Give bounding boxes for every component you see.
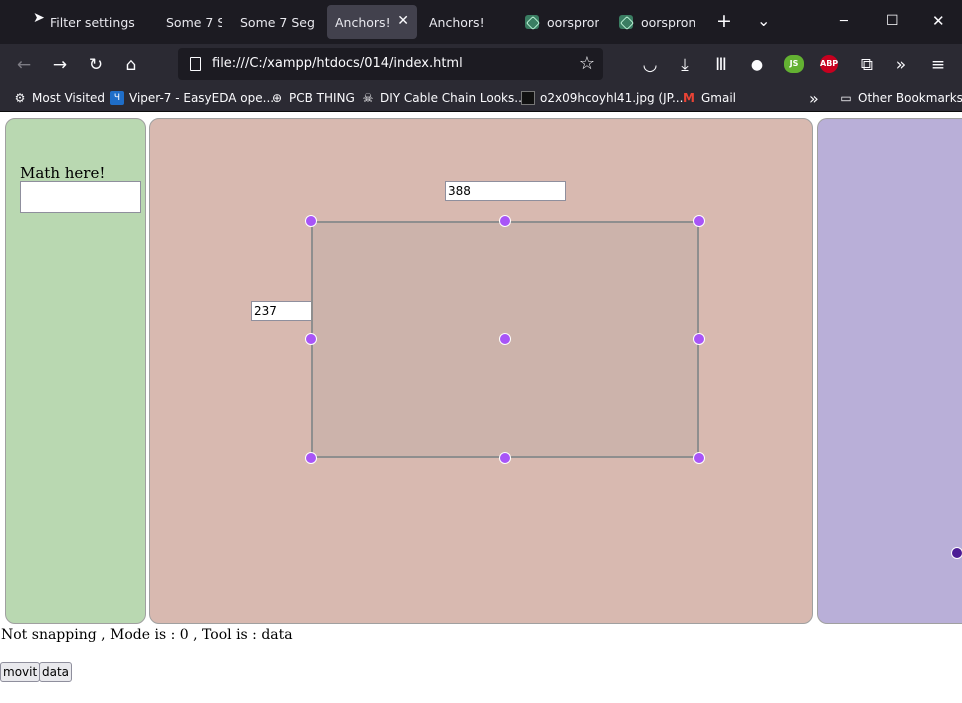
pocket-icon[interactable]: ◡ (639, 54, 661, 76)
app-menu-icon[interactable]: ≡ (927, 54, 949, 76)
tab-anchors[interactable]: Anchors! (421, 5, 511, 39)
minimize-icon[interactable]: ─ (840, 14, 848, 30)
js-extension-icon[interactable]: JS (784, 55, 804, 73)
handle-top-center[interactable] (499, 215, 511, 227)
edge-anchor-dot[interactable] (951, 547, 962, 559)
extensions-icon[interactable]: ⧉ (856, 54, 878, 76)
tab-label: Anchors! (335, 14, 391, 30)
globe-icon: ⊕ (271, 91, 283, 105)
tab-strip: ➤ Filter settings Some 7 Se Some 7 Segm … (0, 0, 962, 44)
bookmark-gmail[interactable]: M Gmail (682, 91, 736, 105)
math-label: Math here! (20, 164, 106, 182)
tab-label: Filter settings (50, 14, 135, 30)
data-button[interactable]: data (39, 662, 73, 682)
list-all-tabs-icon[interactable]: ⌄ (757, 13, 770, 29)
bookmark-label: Viper-7 - EasyEDA ope... (129, 91, 275, 105)
movit-button[interactable]: movit (0, 662, 41, 682)
close-window-icon[interactable]: ✕ (932, 13, 945, 29)
right-panel (817, 118, 962, 624)
tab-oorspronk-1[interactable]: oorspronk (517, 5, 599, 39)
back-icon[interactable]: ← (13, 54, 35, 76)
maximize-icon[interactable]: ☐ (886, 13, 899, 29)
bookmark-most-visited[interactable]: ⚙ Most Visited (13, 91, 105, 105)
other-bookmarks[interactable]: ▭ Other Bookmarks (839, 91, 962, 105)
bookmark-label: o2x09hcoyhl41.jpg (JP... (540, 91, 684, 105)
bookmark-label: DIY Cable Chain Looks... (380, 91, 526, 105)
gear-icon: ⚙ (14, 91, 26, 105)
handle-center[interactable] (499, 333, 511, 345)
math-input[interactable] (20, 181, 141, 213)
bookmark-pcb-thing[interactable]: ⊕ PCB THING (270, 91, 355, 105)
bookmark-label: Gmail (701, 91, 737, 105)
gmail-icon: M (683, 91, 695, 105)
tab-label: Some 7 Se (166, 14, 222, 30)
bookmark-label: PCB THING (289, 91, 355, 105)
close-tab-icon[interactable]: ✕ (397, 13, 409, 29)
image-icon (521, 91, 535, 105)
width-input[interactable] (445, 181, 566, 201)
reload-icon[interactable]: ↻ (85, 54, 107, 76)
bookmark-label: Most Visited (32, 91, 106, 105)
tab-label: oorspronk (641, 14, 695, 30)
sync-account-icon[interactable]: ● (746, 54, 768, 76)
tab-anchors-active[interactable]: Anchors! ✕ (327, 5, 417, 39)
other-bookmarks-label: Other Bookmarks (858, 91, 962, 105)
tab-some-7-segm[interactable]: Some 7 Segm (232, 5, 316, 39)
tab-label: Anchors! (429, 14, 485, 30)
downloads-icon[interactable]: ⤓ (674, 54, 696, 76)
bookmark-easyeda[interactable]: Ч Viper-7 - EasyEDA ope... (110, 91, 274, 105)
address-bar[interactable]: file:///C:/xampp/htdocs/014/index.html ☆ (178, 48, 603, 80)
bookmark-diy-cable-chain[interactable]: ☠ DIY Cable Chain Looks... (361, 91, 526, 105)
tab-label: oorspronk (547, 14, 599, 30)
bookmark-star-icon[interactable]: ☆ (579, 53, 595, 74)
handle-bottom-center[interactable] (499, 452, 511, 464)
handle-bottom-left[interactable] (305, 452, 317, 464)
handle-middle-right[interactable] (693, 333, 705, 345)
tab-label: Some 7 Segm (240, 14, 316, 30)
forward-icon[interactable]: → (49, 54, 71, 76)
tab-oorspronk-2[interactable]: oorspronk (611, 5, 695, 39)
bookmarks-overflow-icon[interactable]: » (809, 89, 819, 108)
tab-filter-settings[interactable]: Filter settings (42, 5, 154, 39)
skull-icon: ☠ (362, 91, 374, 105)
overflow-menu-icon[interactable]: » (890, 54, 912, 76)
bookmarks-toolbar: ⚙ Most Visited Ч Viper-7 - EasyEDA ope..… (0, 86, 962, 112)
tab-some-7-se[interactable]: Some 7 Se (158, 5, 222, 39)
handle-top-left[interactable] (305, 215, 317, 227)
easyeda-icon: Ч (110, 91, 124, 105)
library-icon[interactable]: Ⅲ (710, 54, 732, 76)
home-icon[interactable]: ⌂ (120, 54, 142, 76)
handle-bottom-right[interactable] (693, 452, 705, 464)
site-favicon-icon (525, 15, 539, 29)
handle-middle-left[interactable] (305, 333, 317, 345)
folder-icon: ▭ (840, 91, 852, 105)
handle-top-right[interactable] (693, 215, 705, 227)
adblock-plus-icon[interactable]: ABP (820, 55, 838, 73)
url-text[interactable]: file:///C:/xampp/htdocs/014/index.html (212, 56, 463, 71)
new-tab-icon[interactable]: + (716, 12, 732, 31)
site-favicon-icon (619, 15, 633, 29)
bookmark-image-jpg[interactable]: o2x09hcoyhl41.jpg (JP... (521, 91, 683, 105)
page-icon (190, 57, 201, 71)
status-text: Not snapping , Mode is : 0 , Tool is : d… (1, 627, 293, 643)
